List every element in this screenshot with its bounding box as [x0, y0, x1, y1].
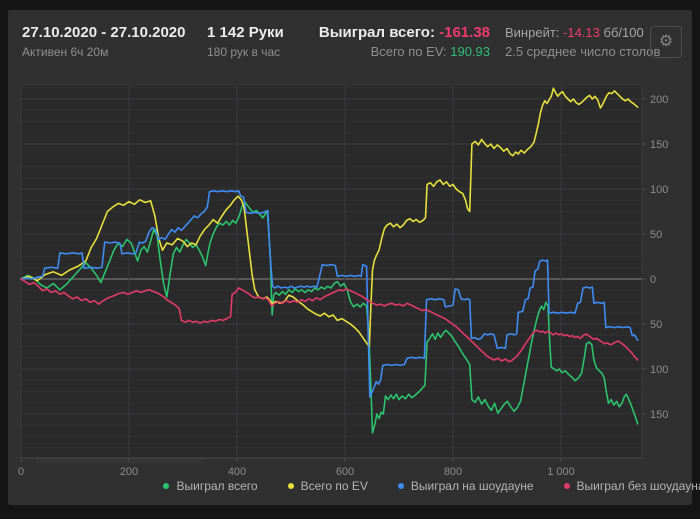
- winnings-chart[interactable]: 0 200 400 600 800 1 000 200 150 100 50 0 50 100 150: [0, 0, 700, 519]
- y-tick-label: 50: [650, 229, 662, 241]
- x-tick-label: 400: [228, 466, 246, 478]
- y-tick-label: 100: [650, 364, 668, 376]
- y-tick-label: 150: [650, 139, 668, 151]
- x-tick-label: 1 000: [547, 466, 575, 478]
- x-tick-label: 0: [18, 466, 24, 478]
- x-tick-label: 600: [336, 466, 354, 478]
- y-tick-label: 0: [650, 274, 656, 286]
- plot-area[interactable]: [21, 86, 642, 458]
- x-tick-label: 800: [444, 466, 462, 478]
- y-tick-label: 50: [650, 319, 662, 331]
- hand2note-session-graph: 27.10.2020 - 27.10.2020 Активен 6ч 20м 1…: [0, 0, 700, 519]
- y-tick-label: 100: [650, 184, 668, 196]
- y-tick-label: 150: [650, 409, 668, 421]
- y-tick-label: 200: [650, 94, 668, 106]
- x-tick-label: 200: [120, 466, 138, 478]
